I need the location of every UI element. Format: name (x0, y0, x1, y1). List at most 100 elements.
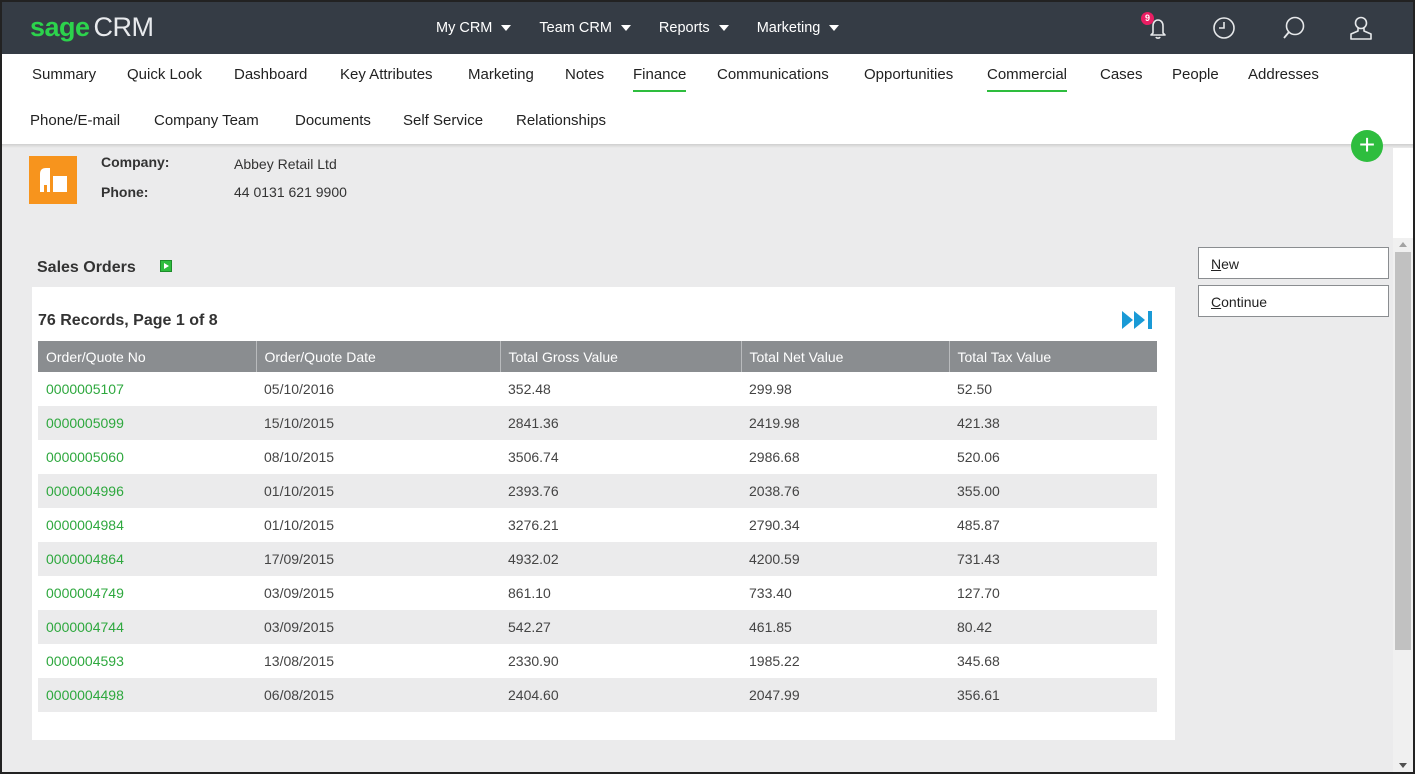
order-date-cell: 01/10/2015 (264, 517, 335, 533)
scroll-up-arrow-icon[interactable] (1399, 242, 1407, 247)
new-button-label: ew (1221, 256, 1240, 272)
order-no-link[interactable]: 0000004749 (46, 585, 124, 601)
add-new-button[interactable]: + (1351, 130, 1383, 162)
order-no-link[interactable]: 0000004593 (46, 653, 124, 669)
table-row: 0000004593 13/08/2015 2330.90 1985.22 34… (38, 644, 1157, 678)
order-date-cell: 15/10/2015 (256, 406, 500, 440)
net-value-cell: 2986.68 (749, 449, 800, 465)
new-button-hotkey: N (1211, 256, 1222, 272)
column-header-net-value[interactable]: Total Net Value (741, 341, 950, 372)
last-page-button[interactable] (1121, 309, 1157, 331)
tax-value-cell: 356.61 (949, 678, 1157, 712)
order-no-link[interactable]: 0000004744 (46, 619, 124, 635)
column-header-order-no[interactable]: Order/Quote No (38, 341, 257, 372)
tab-communications[interactable]: Communications (717, 66, 829, 83)
vertical-scrollbar[interactable] (1393, 238, 1413, 772)
chevron-down-icon (620, 25, 631, 31)
tab-commercial[interactable]: Commercial (987, 66, 1068, 92)
tax-value-cell: 731.43 (949, 542, 1157, 576)
order-no-cell: 0000004593 (38, 644, 256, 678)
tab-bar-row-1: Summary Quick Look Dashboard Key Attribu… (2, 54, 1413, 100)
order-no-link[interactable]: 0000004498 (46, 687, 124, 703)
tab-summary[interactable]: Summary (32, 66, 96, 83)
sales-orders-table: Order/Quote No Order/Quote Date Total Gr… (38, 341, 1157, 712)
tax-value-cell: 80.42 (949, 610, 1157, 644)
recent-button[interactable] (1210, 14, 1238, 42)
top-bar: sage CRM My CRM Team CRM Reports Marketin… (2, 2, 1413, 54)
logo-sage-text: sage (30, 12, 90, 42)
table-row: 0000004749 03/09/2015 861.10 733.40 127.… (38, 576, 1157, 610)
column-header-order-date[interactable]: Order/Quote Date (256, 341, 501, 372)
menu-reports-label: Reports (658, 20, 710, 36)
tab-addresses[interactable]: Addresses (1248, 66, 1319, 83)
continue-button[interactable]: Continue (1198, 285, 1389, 317)
logo-crm-text: CRM (93, 12, 155, 42)
tab-opportunities[interactable]: Opportunities (864, 66, 953, 83)
scrollbar-thumb[interactable] (1395, 252, 1411, 650)
user-icon (1350, 16, 1372, 40)
gross-value-cell: 3506.74 (508, 449, 559, 465)
company-value: Abbey Retail Ltd (234, 156, 337, 172)
menu-team-crm[interactable]: Team CRM (539, 20, 631, 36)
column-header-tax-value[interactable]: Total Tax Value (949, 341, 1157, 372)
order-no-link[interactable]: 0000004996 (46, 483, 124, 499)
play-icon[interactable] (160, 260, 172, 272)
user-menu-button[interactable] (1347, 14, 1375, 42)
net-value-cell: 4200.59 (741, 542, 949, 576)
order-no-link[interactable]: 0000005107 (46, 381, 124, 397)
menu-reports[interactable]: Reports (659, 20, 729, 36)
net-value-cell: 2419.98 (741, 406, 949, 440)
table-row: 0000005107 05/10/2016 352.48 299.98 52.5… (38, 372, 1157, 406)
top-menu: My CRM Team CRM Reports Marketing (436, 2, 867, 54)
order-no-link[interactable]: 0000004864 (46, 551, 124, 567)
order-date-cell: 17/09/2015 (256, 542, 500, 576)
column-header-gross-value[interactable]: Total Gross Value (500, 341, 742, 372)
tab-finance[interactable]: Finance (633, 66, 687, 92)
table-header-row: Order/Quote No Order/Quote Date Total Gr… (38, 341, 1157, 372)
tax-value-cell: 520.06 (957, 449, 1000, 465)
clock-icon (1213, 17, 1235, 39)
tab-key-attributes[interactable]: Key Attributes (340, 66, 433, 83)
phone-label: Phone: (101, 184, 149, 200)
order-date-cell: 01/10/2015 (256, 474, 500, 508)
order-no-link[interactable]: 0000004984 (46, 517, 124, 533)
tab-relationships[interactable]: Relationships (516, 112, 606, 129)
menu-team-crm-label: Team CRM (539, 20, 612, 36)
tab-dashboard[interactable]: Dashboard (234, 66, 307, 83)
company-building-icon (29, 156, 77, 204)
tab-documents[interactable]: Documents (295, 112, 371, 129)
tab-marketing[interactable]: Marketing (468, 66, 534, 83)
tab-quick-look[interactable]: Quick Look (127, 66, 202, 83)
gross-value-cell: 4932.02 (500, 542, 741, 576)
order-date-cell: 06/08/2015 (256, 678, 500, 712)
order-no-cell: 0000005107 (38, 372, 256, 406)
new-button[interactable]: New (1198, 247, 1389, 279)
table-row: 0000004984 01/10/2015 3276.21 2790.34 48… (38, 508, 1157, 542)
order-no-link[interactable]: 0000005060 (46, 449, 124, 465)
net-value-cell: 299.98 (749, 381, 792, 397)
table-row: 0000004498 06/08/2015 2404.60 2047.99 35… (38, 678, 1157, 712)
tab-company-team[interactable]: Company Team (154, 112, 259, 129)
notifications-button[interactable]: 9 (1141, 12, 1172, 42)
menu-my-crm-label: My CRM (436, 20, 493, 36)
order-no-link[interactable]: 0000005099 (46, 415, 124, 431)
table-row: 0000004744 03/09/2015 542.27 461.85 80.4… (38, 610, 1157, 644)
tab-phone-email[interactable]: Phone/E-mail (30, 112, 120, 129)
tab-cases[interactable]: Cases (1100, 66, 1143, 83)
app-window: sage CRM My CRM Team CRM Reports Marketin… (0, 0, 1415, 774)
tab-people[interactable]: People (1172, 66, 1219, 83)
net-value-cell: 2790.34 (749, 517, 800, 533)
menu-my-crm[interactable]: My CRM (436, 20, 512, 36)
phone-value: 44 0131 621 9900 (234, 184, 347, 200)
tab-notes[interactable]: Notes (565, 66, 604, 83)
tax-value-cell: 52.50 (957, 381, 993, 397)
tab-self-service[interactable]: Self Service (403, 112, 483, 129)
menu-marketing[interactable]: Marketing (757, 20, 840, 36)
sage-crm-logo[interactable]: sage CRM (30, 12, 154, 43)
gross-value-cell: 352.48 (508, 381, 551, 397)
table-row: 0000005099 15/10/2015 2841.36 2419.98 42… (38, 406, 1157, 440)
search-button[interactable] (1280, 14, 1308, 42)
continue-button-hotkey: C (1211, 294, 1222, 310)
scroll-down-arrow-icon[interactable] (1399, 763, 1407, 768)
menu-marketing-label: Marketing (756, 20, 821, 36)
